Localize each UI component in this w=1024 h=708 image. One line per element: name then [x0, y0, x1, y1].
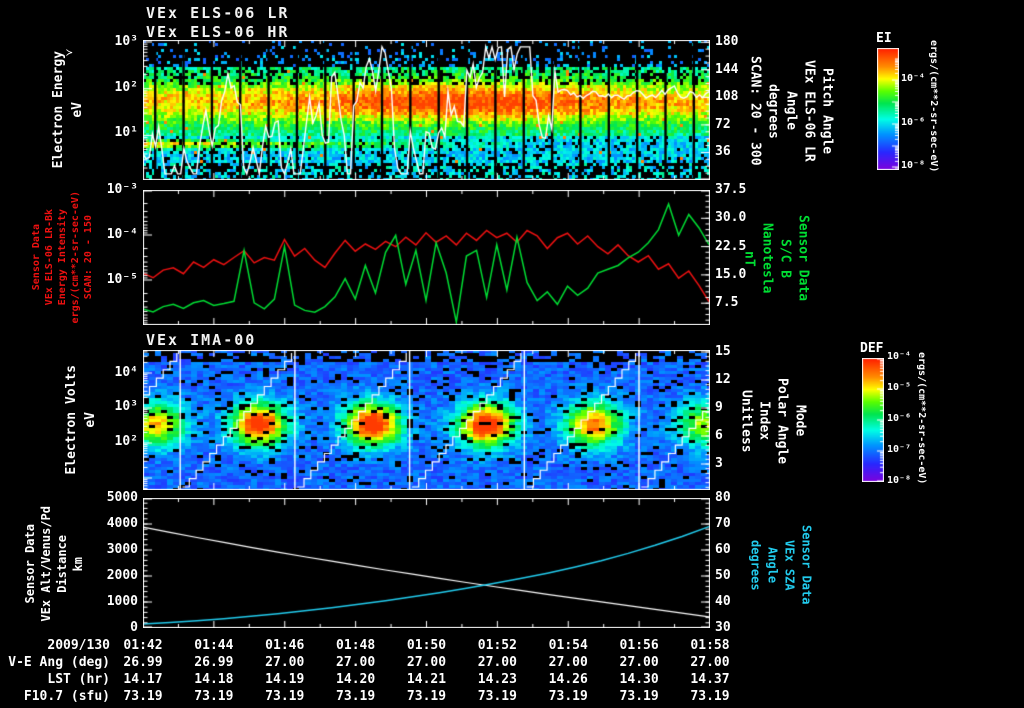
f107-value: 73.19: [406, 689, 447, 704]
lst-value: 14.18: [194, 672, 234, 687]
footer-table: 2009/130 V-E Ang (deg) LST (hr) F10.7 (sfu)…: [0, 0, 1024, 708]
f107-value: 73.19: [690, 689, 730, 704]
ve-ang-value: 27.00: [548, 655, 588, 670]
footer-row-label: LST (hr): [47, 672, 110, 687]
lst-value: 14.26: [548, 672, 588, 687]
time-tick-label: 01:46: [265, 638, 305, 653]
lst-value: 14.19: [265, 672, 305, 687]
ve-ang-value: 27.00: [619, 655, 659, 670]
time-tick-label: 01:48: [336, 638, 376, 653]
time-tick-label: 01:42: [123, 638, 163, 653]
lst-value: 14.20: [336, 672, 376, 687]
ve-ang-value: 27.00: [336, 655, 376, 670]
date-label: 2009/130: [47, 638, 110, 653]
ve-ang-value: 27.00: [477, 655, 517, 670]
ve-ang-value: 27.00: [265, 655, 305, 670]
f107-value: 73.19: [265, 689, 305, 704]
ve-ang-value: 26.99: [123, 655, 163, 670]
time-tick-label: 01:50: [406, 638, 447, 653]
time-tick-label: 01:52: [477, 638, 517, 653]
ve-ang-value: 26.99: [194, 655, 234, 670]
time-tick-label: 01:54: [548, 638, 588, 653]
lst-value: 14.30: [619, 672, 659, 687]
f107-value: 73.19: [336, 689, 376, 704]
footer-row-label: F10.7 (sfu): [23, 689, 110, 704]
ve-ang-value: 27.00: [406, 655, 447, 670]
lst-value: 14.17: [123, 672, 163, 687]
f107-value: 73.19: [548, 689, 588, 704]
lst-value: 14.23: [477, 672, 517, 687]
time-tick-label: 01:58: [690, 638, 730, 653]
time-tick-label: 01:44: [194, 638, 234, 653]
footer-row-label: V-E Ang (deg): [8, 655, 110, 670]
time-tick-label: 01:56: [619, 638, 659, 653]
lst-value: 14.21: [406, 672, 447, 687]
plot-window: VEx ELS-06 LR VEx ELS-06 HR VEx IMA-00 ≻…: [0, 0, 1024, 708]
f107-value: 73.19: [194, 689, 234, 704]
f107-value: 73.19: [619, 689, 659, 704]
lst-value: 14.37: [690, 672, 730, 687]
ve-ang-value: 27.00: [690, 655, 730, 670]
f107-value: 73.19: [123, 689, 163, 704]
f107-value: 73.19: [477, 689, 517, 704]
